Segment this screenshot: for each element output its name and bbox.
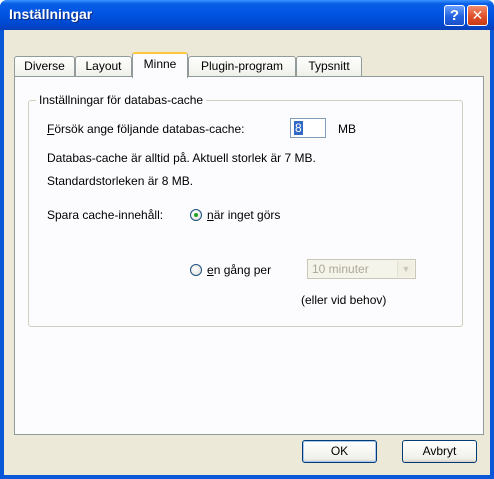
help-button[interactable]: ?: [444, 5, 465, 26]
window-title: Inställningar: [9, 6, 93, 22]
tab-minne[interactable]: Minne: [132, 52, 188, 78]
tab-typsnitt[interactable]: Typsnitt: [296, 56, 362, 76]
tab-plugin-program[interactable]: Plugin-program: [188, 56, 296, 76]
radio-when-idle[interactable]: [190, 209, 202, 221]
interval-select-value: 10 minuter: [312, 262, 369, 276]
cache-unit-label: MB: [338, 122, 356, 136]
title-bar[interactable]: Inställningar ? ✕: [0, 0, 494, 30]
radio-interval-accesskey: e: [207, 263, 214, 277]
radio-when-idle-accesskey: n: [207, 208, 214, 222]
tab-layout[interactable]: Layout: [75, 56, 132, 76]
cache-size-label-text: örsök ange följande databas-cache:: [54, 122, 245, 136]
group-title: Inställningar för databas-cache: [36, 93, 207, 107]
cancel-button[interactable]: Avbryt: [402, 440, 477, 463]
close-button[interactable]: ✕: [467, 5, 488, 26]
tab-diverse[interactable]: Diverse: [14, 56, 75, 76]
interval-select[interactable]: 10 minuter ▼: [307, 259, 416, 279]
settings-dialog: Inställningar ? ✕ Diverse Layout Minne P…: [0, 0, 494, 479]
radio-interval[interactable]: [190, 264, 202, 276]
cache-info-line-2: Standardstorleken är 8 MB.: [47, 174, 194, 188]
radio-interval-text: n gång per: [213, 263, 272, 277]
cache-size-label: Försök ange följande databas-cache:: [47, 122, 244, 136]
ok-button[interactable]: OK: [302, 440, 377, 463]
on-demand-note: (eller vid behov): [301, 293, 387, 307]
save-cache-label: Spara cache-innehåll:: [47, 208, 164, 222]
dialog-client-area: Diverse Layout Minne Plugin-program Typs…: [4, 30, 490, 475]
chevron-down-icon[interactable]: ▼: [397, 261, 414, 277]
cache-size-value: 8: [294, 121, 303, 135]
radio-interval-label[interactable]: en gång per: [207, 263, 271, 277]
radio-when-idle-label[interactable]: när inget görs: [207, 208, 280, 222]
cache-size-input[interactable]: 8: [290, 118, 326, 138]
cache-info-line-1: Databas-cache är alltid på. Aktuell stor…: [47, 151, 316, 165]
radio-when-idle-text: är inget görs: [213, 208, 281, 222]
